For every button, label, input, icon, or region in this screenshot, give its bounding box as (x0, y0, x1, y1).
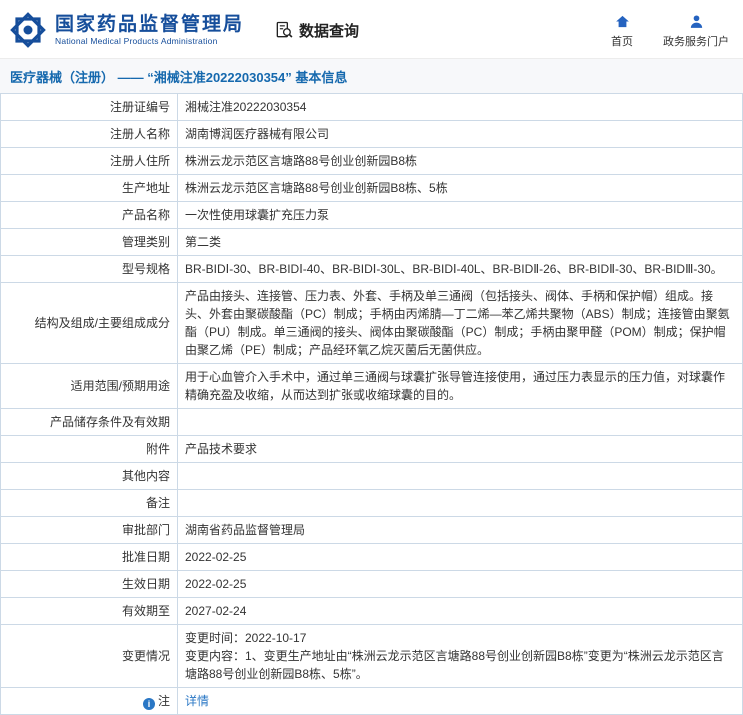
user-icon (690, 15, 702, 28)
row-value: 变更时间：2022-10-17 变更内容：1、变更生产地址由“株洲云龙示范区言塘… (177, 624, 743, 688)
table-row-intended-use: 适用范围/预期用途 用于心血管介入手术中，通过单三通阀与球囊扩张导管连接使用，通… (0, 363, 743, 409)
table-row-structure-composition: 结构及组成/主要组成成分 产品由接头、连接管、压力表、外套、手柄及单三通阀（包括… (0, 282, 743, 364)
row-value: 产品由接头、连接管、压力表、外套、手柄及单三通阀（包括接头、阀体、手柄和保护帽）… (177, 282, 743, 364)
header-nav: 首页 政务服务门户 (611, 11, 729, 49)
row-value (177, 489, 743, 517)
home-icon (615, 15, 629, 28)
table-row-registrant-address: 注册人住所 株洲云龙示范区言塘路88号创业创新园B8栋 (0, 147, 743, 175)
table-row-approval-department: 审批部门 湖南省药品监督管理局 (0, 516, 743, 544)
row-label: 管理类别 (0, 228, 178, 256)
row-value: 详情 (177, 687, 743, 715)
table-row-other-content: 其他内容 (0, 462, 743, 490)
table-row-reg-number: 注册证编号 湘械注准20222030354 (0, 93, 743, 121)
row-value: 产品技术要求 (177, 435, 743, 463)
row-label: 注册证编号 (0, 93, 178, 121)
table-row-registrant-name: 注册人名称 湖南博润医疗器械有限公司 (0, 120, 743, 148)
row-value: 湘械注准20222030354 (177, 93, 743, 121)
row-value: 2022-02-25 (177, 570, 743, 598)
row-value: 第二类 (177, 228, 743, 256)
table-row-approval-date: 批准日期 2022-02-25 (0, 543, 743, 571)
nmpa-emblem-icon (10, 12, 46, 48)
row-value: 用于心血管介入手术中，通过单三通阀与球囊扩张导管连接使用，通过压力表显示的压力值… (177, 363, 743, 409)
note-label: 注 (157, 694, 170, 708)
nav-home[interactable]: 首页 (611, 13, 633, 49)
site-title: 国家药品监督管理局 (55, 14, 245, 36)
table-row-production-address: 生产地址 株洲云龙示范区言塘路88号创业创新园B8栋、5栋 (0, 174, 743, 202)
row-value: 株洲云龙示范区言塘路88号创业创新园B8栋 (177, 147, 743, 175)
row-label: 生效日期 (0, 570, 178, 598)
row-value: 2027-02-24 (177, 597, 743, 625)
row-label: 变更情况 (0, 624, 178, 688)
site-subtitle: National Medical Products Administration (55, 35, 218, 46)
row-label: 备注 (0, 489, 178, 517)
table-row-remarks: 备注 (0, 489, 743, 517)
site-logo[interactable]: 国家药品监督管理局 National Medical Products Admi… (8, 10, 244, 50)
row-value: BR-BIDⅠ-30、BR-BIDⅠ-40、BR-BIDⅠ-30L、BR-BID… (177, 255, 743, 283)
table-row-note: i注 详情 (0, 687, 743, 715)
site-header: 国家药品监督管理局 National Medical Products Admi… (0, 0, 743, 58)
table-row-model-spec: 型号规格 BR-BIDⅠ-30、BR-BIDⅠ-40、BR-BIDⅠ-30L、B… (0, 255, 743, 283)
details-link[interactable]: 详情 (185, 694, 209, 708)
page-title: 医疗器械（注册） —— “湘械注准20222030354” 基本信息 (0, 58, 743, 93)
registration-info-table: 注册证编号 湘械注准20222030354 注册人名称 湖南博润医疗器械有限公司… (0, 93, 743, 715)
table-row-expiry-date: 有效期至 2027-02-24 (0, 597, 743, 625)
row-value: 2022-02-25 (177, 543, 743, 571)
row-label: 产品名称 (0, 201, 178, 229)
row-label: 有效期至 (0, 597, 178, 625)
row-label: 审批部门 (0, 516, 178, 544)
note-icon: i (142, 698, 155, 710)
row-label: 注册人名称 (0, 120, 178, 148)
row-value (177, 408, 743, 436)
row-value: 湖南博润医疗器械有限公司 (177, 120, 743, 148)
row-label: i注 (0, 687, 178, 715)
row-value (177, 462, 743, 490)
page-title-text: 医疗器械（注册） —— “湘械注准20222030354” 基本信息 (10, 70, 348, 85)
nav-gov-portal-label: 政务服务门户 (663, 36, 729, 48)
row-value: 一次性使用球囊扩充压力泵 (177, 201, 743, 229)
data-query-icon (276, 21, 293, 38)
row-label: 产品储存条件及有效期 (0, 408, 178, 436)
row-label: 批准日期 (0, 543, 178, 571)
table-row-effective-date: 生效日期 2022-02-25 (0, 570, 743, 598)
row-label: 适用范围/预期用途 (0, 363, 178, 409)
table-row-storage-conditions: 产品储存条件及有效期 (0, 408, 743, 436)
data-query-nav[interactable]: 数据查询 (274, 20, 359, 41)
data-query-label: 数据查询 (299, 22, 360, 40)
row-label: 生产地址 (0, 174, 178, 202)
table-row-product-name: 产品名称 一次性使用球囊扩充压力泵 (0, 201, 743, 229)
row-label: 结构及组成/主要组成成分 (0, 282, 178, 364)
nav-home-label: 首页 (611, 36, 633, 48)
table-row-management-class: 管理类别 第二类 (0, 228, 743, 256)
row-label: 型号规格 (0, 255, 178, 283)
table-row-change-info: 变更情况 变更时间：2022-10-17 变更内容：1、变更生产地址由“株洲云龙… (0, 624, 743, 688)
row-label: 注册人住所 (0, 147, 178, 175)
row-label: 附件 (0, 435, 178, 463)
row-value: 株洲云龙示范区言塘路88号创业创新园B8栋、5栋 (177, 174, 743, 202)
row-value: 湖南省药品监督管理局 (177, 516, 743, 544)
nav-gov-portal[interactable]: 政务服务门户 (663, 13, 729, 49)
table-row-attachment: 附件 产品技术要求 (0, 435, 743, 463)
row-label: 其他内容 (0, 462, 178, 490)
